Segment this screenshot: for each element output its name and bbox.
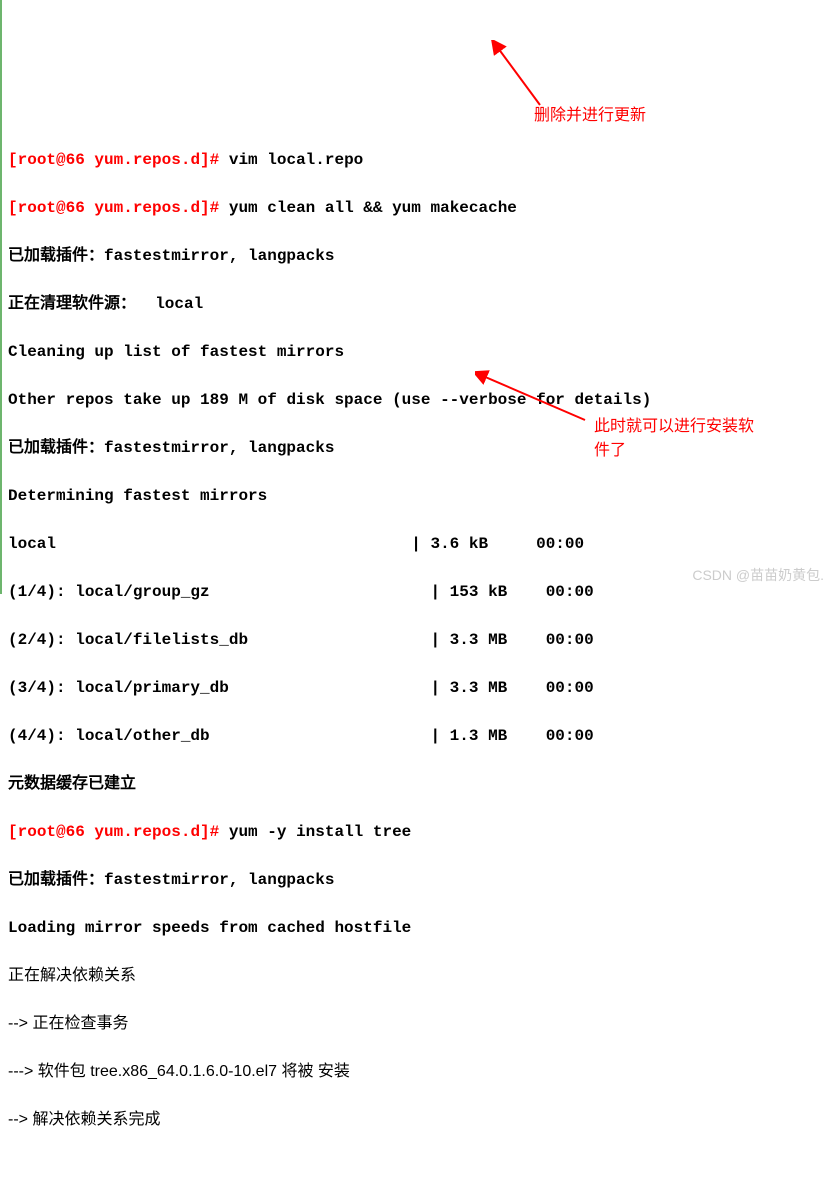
left-border bbox=[0, 0, 2, 594]
watermark-text: CSDN @苗苗奶黄包. bbox=[692, 565, 824, 586]
output-line: 正在清理软件源： local bbox=[8, 292, 828, 316]
prompt-close: ]# bbox=[200, 823, 219, 841]
prompt-user-host: root@66 yum.repos.d bbox=[18, 199, 200, 217]
output-line: --> 正在检查事务 bbox=[8, 1012, 828, 1036]
prompt-close: ]# bbox=[200, 151, 219, 169]
annotation-line-2: 件了 bbox=[594, 442, 626, 459]
output-line: 已加载插件：fastestmirror, langpacks bbox=[8, 244, 828, 268]
prompt-user-host: root@66 yum.repos.d bbox=[18, 823, 200, 841]
annotation-text: 删除并进行更新 bbox=[534, 104, 646, 128]
output-line: --> 解决依赖关系完成 bbox=[8, 1108, 828, 1132]
command-text: yum -y install tree bbox=[219, 823, 411, 841]
terminal-line[interactable]: [root@66 yum.repos.d]# yum clean all && … bbox=[8, 196, 828, 220]
arrow-icon bbox=[490, 40, 550, 110]
output-line: Other repos take up 189 M of disk space … bbox=[8, 388, 828, 412]
output-line: 元数据缓存已建立 bbox=[8, 772, 828, 796]
output-line: (3/4): local/primary_db | 3.3 MB 00:00 bbox=[8, 676, 828, 700]
terminal-line[interactable]: [root@66 yum.repos.d]# vim local.repo bbox=[8, 148, 828, 172]
output-line: Determining fastest mirrors bbox=[8, 484, 828, 508]
output-line: Loading mirror speeds from cached hostfi… bbox=[8, 916, 828, 940]
prompt-open: [ bbox=[8, 823, 18, 841]
prompt-open: [ bbox=[8, 151, 18, 169]
output-line: Cleaning up list of fastest mirrors bbox=[8, 340, 828, 364]
output-line: 正在解决依赖关系 bbox=[8, 964, 828, 988]
command-text: vim local.repo bbox=[219, 151, 363, 169]
terminal-line[interactable]: [root@66 yum.repos.d]# yum -y install tr… bbox=[8, 820, 828, 844]
annotation-line-1: 此时就可以进行安装软 bbox=[594, 418, 754, 435]
prompt-close: ]# bbox=[200, 199, 219, 217]
prompt-open: [ bbox=[8, 199, 18, 217]
output-line: (2/4): local/filelists_db | 3.3 MB 00:00 bbox=[8, 628, 828, 652]
output-line bbox=[8, 1156, 828, 1180]
output-line: ---> 软件包 tree.x86_64.0.1.6.0-10.el7 将被 安… bbox=[8, 1060, 828, 1084]
command-text: yum clean all && yum makecache bbox=[219, 199, 517, 217]
output-line: 已加载插件：fastestmirror, langpacks bbox=[8, 868, 828, 892]
output-line: local | 3.6 kB 00:00 bbox=[8, 532, 828, 556]
output-line: (4/4): local/other_db | 1.3 MB 00:00 bbox=[8, 724, 828, 748]
annotation-text: 此时就可以进行安装软 件了 bbox=[594, 415, 774, 463]
prompt-user-host: root@66 yum.repos.d bbox=[18, 151, 200, 169]
